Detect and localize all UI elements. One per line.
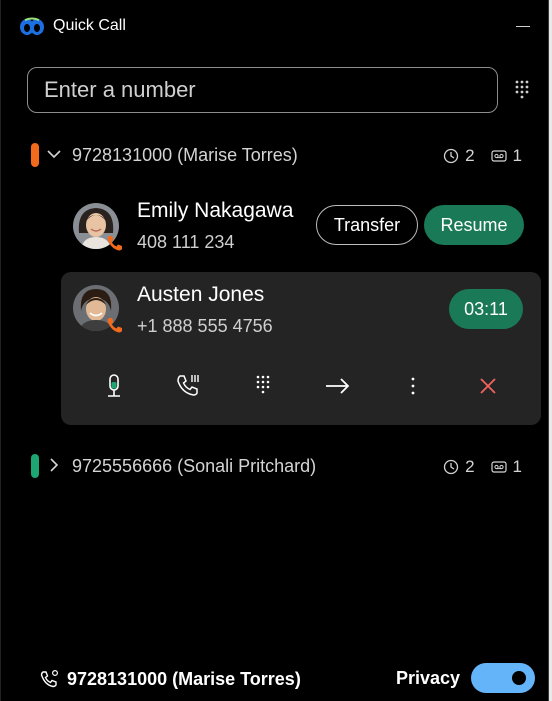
more-options-button[interactable]	[397, 370, 429, 402]
voicemail-icon	[490, 461, 507, 473]
more-options-icon	[411, 377, 415, 395]
group-meta: 2 1	[443, 146, 522, 166]
keypad-icon	[256, 375, 270, 394]
call-timer: 03:11	[449, 289, 523, 329]
held-caller-name: Emily Nakagawa	[137, 199, 294, 222]
minimize-button[interactable]	[512, 12, 534, 34]
transfer-button[interactable]: Transfer	[316, 205, 418, 245]
clock-icon	[443, 148, 459, 164]
quick-call-window: Quick Call 9728131000 (Marise Torres) 2	[0, 0, 549, 701]
privacy-toggle[interactable]	[471, 663, 535, 693]
calling-line-selector[interactable]: 9728131000 (Marise Torres)	[39, 668, 301, 690]
status-bar-green	[31, 454, 39, 478]
end-call-button[interactable]	[472, 370, 504, 402]
webex-logo-icon	[20, 17, 44, 35]
history-count: 2	[465, 146, 475, 165]
app-title: Quick Call	[53, 17, 126, 34]
call-group-marise[interactable]: 9728131000 (Marise Torres) 2 1	[1, 137, 548, 173]
phone-icon	[107, 318, 122, 333]
voicemail-count: 1	[512, 457, 522, 476]
number-input[interactable]	[28, 68, 497, 112]
keypad-button[interactable]	[247, 370, 279, 402]
end-call-icon	[480, 378, 496, 394]
calling-line-label: 9728131000 (Marise Torres)	[67, 668, 301, 689]
active-caller-name: Austen Jones	[137, 283, 265, 306]
call-group-sonali[interactable]: 9725556666 (Sonali Pritchard) 2 1	[1, 448, 548, 484]
toggle-knob	[512, 671, 526, 685]
title-bar: Quick Call	[1, 0, 548, 52]
chevron-right-icon[interactable]	[45, 456, 63, 474]
avatar-emily	[73, 203, 122, 251]
clock-icon	[443, 459, 459, 475]
mic-icon	[108, 374, 120, 397]
held-caller-number: 408 111 234	[137, 232, 235, 252]
number-search-box[interactable]	[27, 67, 498, 113]
avatar-austen	[73, 285, 122, 333]
status-bar-orange	[31, 143, 39, 167]
transfer-arrow-icon	[326, 378, 350, 394]
group-label: 9728131000 (Marise Torres)	[72, 145, 298, 165]
hold-icon	[177, 375, 199, 396]
mute-button[interactable]	[98, 370, 130, 402]
phone-icon	[107, 236, 122, 251]
dialpad-icon[interactable]	[508, 76, 536, 104]
history-count: 2	[465, 457, 475, 476]
transfer-call-button[interactable]	[322, 370, 354, 402]
voicemail-icon	[490, 150, 507, 162]
privacy-label: Privacy	[396, 668, 461, 688]
active-caller-number: +1 888 555 4756	[137, 316, 273, 336]
chevron-down-icon[interactable]	[45, 145, 63, 163]
resume-button[interactable]: Resume	[424, 205, 524, 245]
group-label: 9725556666 (Sonali Pritchard)	[72, 456, 317, 476]
phone-settings-icon	[40, 669, 59, 688]
voicemail-count: 1	[512, 146, 522, 165]
hold-button[interactable]	[173, 370, 205, 402]
group-meta: 2 1	[443, 457, 522, 477]
